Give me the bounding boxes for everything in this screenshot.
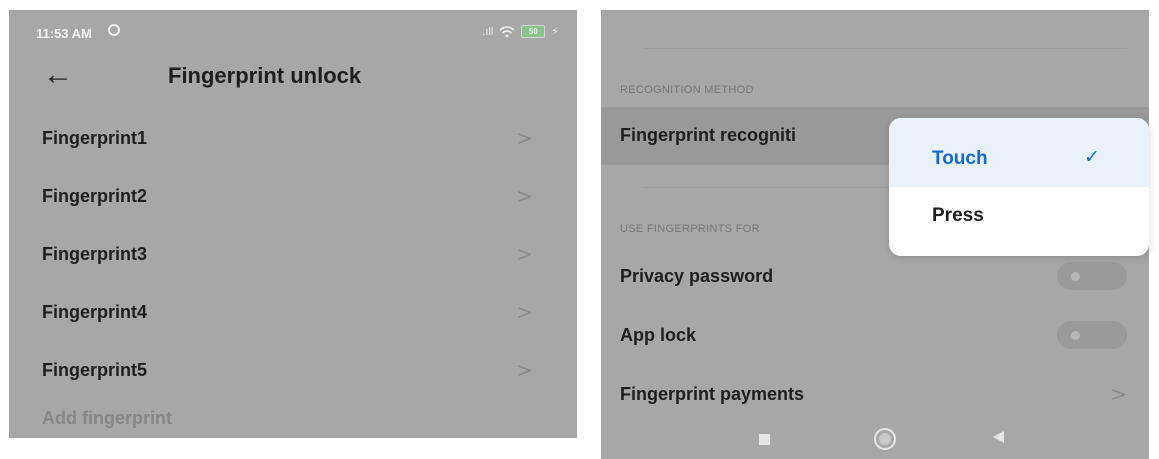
chevron-right-icon: > [516, 358, 533, 382]
fingerprint-payments-label: Fingerprint payments [620, 384, 805, 404]
fingerprint-label: Fingerprint4 [42, 302, 148, 322]
privacy-password-toggle[interactable] [1057, 262, 1127, 290]
recognition-method-dropdown: Touch ✓ Press [889, 118, 1149, 256]
fingerprint-label: Fingerprint5 [42, 360, 148, 380]
divider [643, 48, 1127, 49]
chevron-right-icon: > [516, 184, 533, 208]
location-icon [108, 24, 120, 36]
fingerprint-row-1[interactable]: Fingerprint1 > [9, 112, 577, 170]
fingerprint-payments-row[interactable]: Fingerprint payments > [601, 364, 1149, 422]
privacy-password-label: Privacy password [620, 266, 774, 286]
fingerprint-unlock-screen: 11:53 AM .ıll 50 ⚡ ← Fingerprint unlock … [9, 10, 577, 438]
app-lock-label: App lock [620, 325, 697, 345]
navigation-bar [601, 425, 1149, 459]
section-header-use-for: USE FINGERPRINTS FOR [620, 223, 760, 235]
fingerprint-label: Fingerprint1 [42, 128, 148, 148]
fingerprint-row-5[interactable]: Fingerprint5 > [9, 344, 577, 402]
option-press[interactable]: Press [889, 187, 1149, 256]
option-label: Press [932, 205, 984, 226]
app-lock-row[interactable]: App lock [601, 305, 1149, 363]
recents-icon[interactable] [759, 434, 770, 445]
recognition-label: Fingerprint recogniti [620, 125, 797, 145]
page-title: Fingerprint unlock [168, 63, 362, 88]
section-header-recognition: RECOGNITION METHOD [620, 84, 754, 96]
charging-icon: ⚡ [551, 26, 559, 38]
chevron-right-icon: > [516, 242, 533, 266]
fingerprint-label: Fingerprint2 [42, 186, 148, 206]
add-fingerprint-button[interactable]: Add fingerprint [42, 408, 172, 429]
fingerprint-row-3[interactable]: Fingerprint3 > [9, 228, 577, 286]
signal-icon: .ıll [482, 25, 494, 38]
status-time: 11:53 AM [36, 26, 92, 41]
option-touch[interactable]: Touch ✓ [889, 118, 1149, 187]
fingerprint-row-2[interactable]: Fingerprint2 > [9, 170, 577, 228]
fingerprint-row-4[interactable]: Fingerprint4 > [9, 286, 577, 344]
back-arrow-icon[interactable]: ← [43, 60, 73, 90]
checkmark-icon: ✓ [1084, 147, 1100, 168]
app-lock-toggle[interactable] [1057, 321, 1127, 349]
toggle-knob [1071, 272, 1080, 281]
wifi-icon [499, 25, 515, 37]
toggle-knob [1071, 331, 1080, 340]
battery-icon: 50 [521, 25, 546, 38]
chevron-right-icon: > [516, 300, 533, 324]
chevron-right-icon: > [516, 126, 533, 150]
chevron-right-icon: > [1110, 382, 1127, 406]
status-icons: .ıll 50 ⚡ [482, 25, 559, 38]
fingerprint-label: Fingerprint3 [42, 244, 148, 264]
option-label: Touch [932, 148, 988, 169]
back-triangle-icon[interactable] [993, 431, 1004, 443]
home-icon[interactable] [874, 428, 896, 450]
